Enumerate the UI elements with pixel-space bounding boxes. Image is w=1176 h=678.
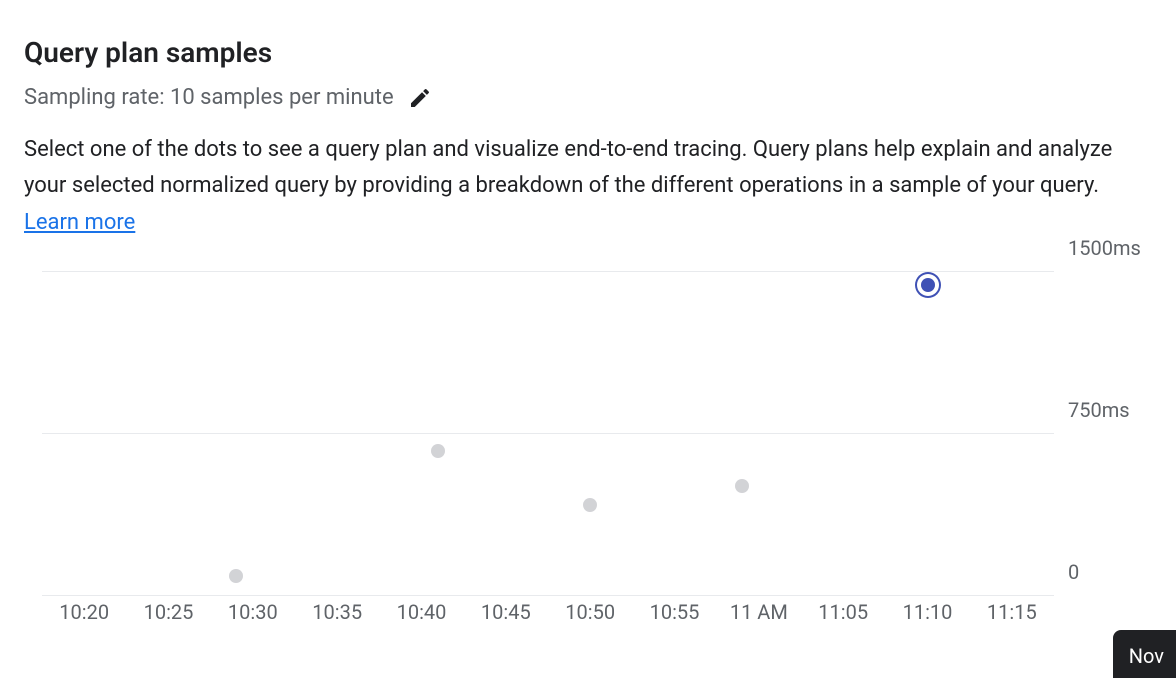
description-text: Select one of the dots to see a query pl…: [24, 137, 1112, 198]
x-tick-label: 10:50: [565, 600, 615, 624]
section-description: Select one of the dots to see a query pl…: [24, 132, 1144, 241]
x-tick-label: 11 AM: [730, 600, 788, 624]
toast-text: Nov: [1129, 644, 1164, 668]
toast-snippet: Nov: [1113, 630, 1176, 678]
sample-dot[interactable]: [431, 444, 445, 458]
x-tick-label: 11:10: [903, 600, 953, 624]
x-tick-label: 11:05: [818, 600, 868, 624]
x-tick-label: 10:35: [312, 600, 362, 624]
x-tick-label: 11:15: [987, 600, 1037, 624]
x-tick-label: 10:45: [481, 600, 531, 624]
gridline: [42, 595, 1054, 596]
sample-dot[interactable]: [583, 498, 597, 512]
gridline: [42, 433, 1054, 434]
sample-dot-selected[interactable]: [921, 278, 935, 292]
x-tick-label: 10:20: [59, 600, 109, 624]
sample-dot[interactable]: [735, 479, 749, 493]
x-axis: 10:20 10:25 10:30 10:35 10:40 10:45 10:50 10:55…: [42, 600, 1054, 628]
x-tick-label: 10:30: [228, 600, 278, 624]
sampling-rate-row: Sampling rate: 10 samples per minute: [24, 85, 1152, 110]
x-tick-label: 10:40: [397, 600, 447, 624]
y-tick-label: 0: [1054, 560, 1079, 584]
y-tick-label: 1500ms: [1054, 236, 1141, 260]
sampling-rate-text: Sampling rate: 10 samples per minute: [24, 85, 394, 110]
gridline: [42, 271, 1054, 272]
plot-area[interactable]: 0750ms1500ms: [42, 271, 1054, 596]
sample-dot[interactable]: [229, 569, 243, 583]
pencil-icon[interactable]: [408, 86, 432, 110]
learn-more-link[interactable]: Learn more: [24, 210, 135, 235]
x-tick-label: 10:55: [650, 600, 700, 624]
y-tick-label: 750ms: [1054, 398, 1130, 422]
query-plan-scatter-chart: 0750ms1500ms 10:2010:2510:3010:3510:4010…: [42, 271, 1152, 628]
section-title: Query plan samples: [24, 36, 1152, 69]
x-tick-label: 10:25: [144, 600, 194, 624]
